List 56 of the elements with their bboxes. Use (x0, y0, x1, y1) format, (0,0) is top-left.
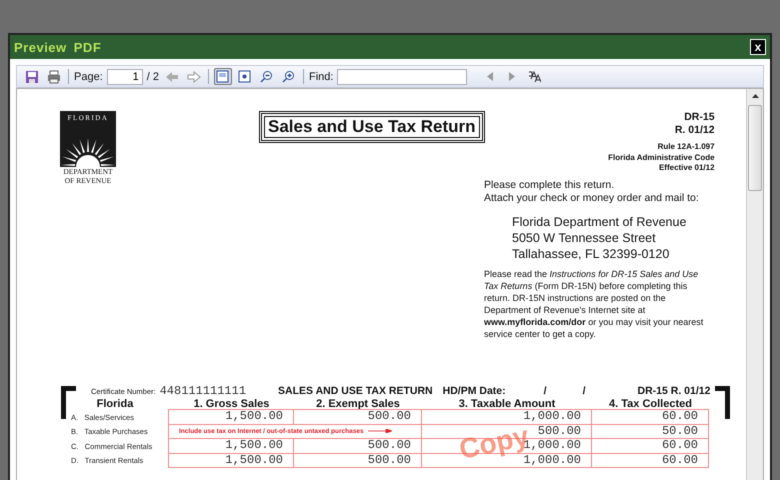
form-heading: SALES AND USE TAX RETURN (278, 385, 433, 397)
amount-cell: 1,500.00 (168, 409, 294, 424)
intro-text: Please complete this return. (484, 179, 616, 192)
window-title: Preview PDF (14, 40, 102, 54)
certificate-number: 448111111111 (160, 384, 246, 398)
column-header: 3. Taxable Amount (458, 398, 556, 410)
instructions-text: Please read the Instructions for DR-15 Sales and Use Tax Returns (Form DR-15N) before completing this return. DR-15N instructions are posted on the Department of Revenue's Internet site at www.myflorida.com/dor or you may visit your nearest service center to get a copy. (484, 268, 704, 340)
rule-text: Florida Administrative Code (608, 152, 715, 163)
right-arrow-icon (186, 70, 201, 82)
corner-mark (715, 386, 730, 419)
address-line: 5050 W Tennessee Street (512, 230, 657, 246)
column-header: 4. Tax Collected (608, 398, 693, 410)
close-button[interactable]: x (750, 39, 766, 55)
print-button[interactable] (45, 68, 63, 85)
date-label: HD/PM Date: (442, 385, 506, 397)
form-number: DR-15 (684, 111, 715, 124)
column-header: Florida (96, 398, 134, 410)
fit-width-icon (238, 70, 252, 83)
amount-cell: 1,500.00 (168, 452, 294, 468)
corner-mark (61, 386, 76, 419)
fit-page-button[interactable] (214, 68, 232, 85)
form-number: R. 01/12 (674, 124, 715, 137)
rule-text: Effective 01/12 (658, 163, 715, 174)
amount-cell: 60.00 (591, 452, 709, 468)
address-line: Florida Department of Revenue (512, 214, 688, 230)
column-header: 2. Exempt Sales (315, 398, 401, 410)
date-separator: / (544, 385, 547, 397)
rule-text: Rule 12A-1.097 (658, 142, 715, 152)
save-button[interactable] (23, 68, 41, 85)
up-arrow-icon (752, 94, 758, 98)
print-icon (47, 70, 61, 84)
scroll-thumb[interactable] (748, 105, 762, 191)
right-triangle-icon (508, 71, 516, 82)
date-separator: / (582, 385, 586, 397)
left-triangle-icon (486, 71, 494, 82)
amount-cell: 60.00 (591, 409, 709, 424)
next-page-button[interactable] (184, 68, 203, 85)
column-header: 1. Gross Sales (192, 398, 270, 410)
fit-page-icon (216, 70, 230, 83)
zoom-out-icon (260, 70, 274, 83)
left-arrow-icon (164, 70, 179, 82)
save-icon (25, 70, 39, 84)
find-label: Find: (308, 70, 334, 82)
form-reference: DR-15 R. 01/12 (637, 385, 710, 397)
zoom-in-icon (282, 70, 296, 83)
page-input[interactable]: 1 (106, 68, 143, 84)
find-input[interactable] (337, 68, 468, 84)
address-line: Tallahassee, FL 32399-0120 (512, 246, 670, 262)
page-label: Page: (74, 70, 103, 82)
intro-text: Attach your check or money order and mail to: (484, 192, 700, 205)
arrow-icon (368, 429, 392, 434)
document-title: Sales and Use Tax Return (259, 111, 485, 143)
amount-cell: 500.00 (293, 452, 422, 468)
letter-case-icon (528, 70, 541, 82)
amount-cell: 1,000.00 (421, 409, 592, 424)
page-total: / 2 (146, 70, 159, 82)
